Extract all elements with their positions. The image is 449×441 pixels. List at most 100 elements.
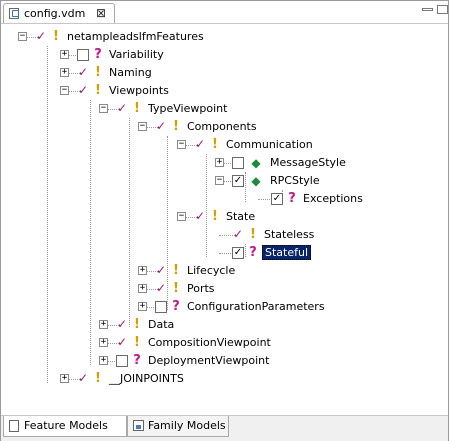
unchecked-checkbox[interactable] [77,49,89,61]
collapse-icon[interactable]: − [18,32,27,41]
tree-item-label: Exceptions [303,192,363,205]
expand-icon[interactable]: + [138,284,147,293]
expand-icon[interactable]: + [138,266,147,275]
unchecked-checkbox[interactable] [232,157,244,169]
expand-icon[interactable]: + [138,302,147,311]
bottom-tabbar: Feature Models Family Models [1,415,448,441]
checked-checkbox[interactable]: ✓ [155,120,167,133]
close-icon[interactable]: ⊠ [96,6,106,20]
checked-checkbox[interactable]: ✓ [271,193,283,205]
tree-item-compositionviewpoint[interactable]: + ✓! CompositionViewpoint [7,334,437,352]
tree-item-configurationparameters[interactable]: +? ConfigurationParameters [7,298,437,316]
tree-item-deploymentviewpoint[interactable]: +? DeploymentViewpoint [7,352,437,370]
tree-item-label: netampleadslfmFeatures [67,30,204,43]
tree-item-label: Lifecycle [187,264,236,277]
collapse-icon[interactable]: − [60,86,69,95]
collapse-icon[interactable]: − [177,212,186,221]
collapse-icon[interactable]: − [99,104,108,113]
tree-item-label: __JOINPOINTS [109,372,184,385]
tree-item-label: Stateful [262,245,312,260]
checked-checkbox[interactable]: ✓ [194,138,206,151]
optional-feature-icon: ? [172,299,180,314]
tree-item-naming[interactable]: + ✓! Naming [7,64,437,82]
checked-checkbox[interactable]: ✓ [194,210,206,223]
expand-icon[interactable]: + [99,338,108,347]
tree-item-label: Components [187,120,257,133]
tree-item-data[interactable]: + ✓! Data [7,316,437,334]
tree-item-lifecycle[interactable]: + ✓! Lifecycle [7,262,437,280]
tab-title: config.vdm [24,7,86,20]
expand-icon[interactable]: + [99,356,108,365]
expand-icon[interactable]: + [60,374,69,383]
expand-icon[interactable]: + [60,68,69,77]
expand-icon[interactable]: + [99,320,108,329]
mandatory-feature-icon: ! [212,137,218,152]
minimize-icon[interactable] [422,8,433,11]
tab-family-models[interactable]: Family Models [127,416,229,437]
tree-item-label: CompositionViewpoint [148,336,271,349]
checked-checkbox[interactable]: ✓ [232,228,244,241]
tree-item-label: ConfigurationParameters [187,300,325,313]
tree-item-variability[interactable]: +? Variability [7,46,437,64]
tree-item-communication[interactable]: − ✓! Communication [7,136,437,154]
tree-item-label: DeploymentViewpoint [148,354,270,367]
tree-item-label: State [226,210,256,223]
mandatory-feature-icon: ! [173,119,179,134]
tree-item-exceptions[interactable]: ✓? Exceptions [7,190,437,208]
vdm-file-icon [9,8,19,19]
checked-checkbox[interactable]: ✓ [116,336,128,349]
tree-item-label: RPCStyle [270,174,320,187]
editor-tabbar: config.vdm ⊠ [1,1,448,24]
checked-checkbox[interactable]: ✓ [77,66,89,79]
collapse-icon[interactable]: − [215,176,224,185]
expand-icon[interactable]: + [215,158,224,167]
feature-models-icon [9,420,19,432]
tab-config-vdm[interactable]: config.vdm ⊠ [3,3,115,23]
checked-checkbox[interactable]: ✓ [155,282,167,295]
family-models-icon [133,420,144,431]
feature-tree[interactable]: − ✓! netampleadslfmFeatures +? Variability + ✓… [7,28,437,408]
tree-item-label: Data [148,318,175,331]
checked-checkbox[interactable]: ✓ [35,30,47,43]
mandatory-feature-icon: ! [53,29,59,44]
optional-feature-icon: ? [249,245,257,260]
checked-checkbox[interactable]: ✓ [232,175,244,187]
alternative-group-icon: ◆ [251,156,261,170]
tab-feature-models-label: Feature Models [24,419,108,432]
unchecked-checkbox[interactable] [155,301,167,313]
mandatory-feature-icon: ! [134,335,140,350]
editor-frame: config.vdm ⊠ − ✓! netampleadslfmFeatures +?… [0,0,449,441]
checked-checkbox[interactable]: ✓ [116,102,128,115]
mandatory-feature-icon: ! [173,281,179,296]
checked-checkbox[interactable]: ✓ [116,318,128,331]
expand-icon[interactable]: + [60,50,69,59]
unchecked-checkbox[interactable] [116,355,128,367]
tree-item-typeviewpoint[interactable]: − ✓! TypeViewpoint [7,100,437,118]
tree-item-ports[interactable]: + ✓! Ports [7,280,437,298]
tree-item-messagestyle[interactable]: + ◆ MessageStyle [7,154,437,172]
tree-item-label: Viewpoints [109,84,169,97]
tree-item-stateless[interactable]: ✓! Stateless [7,226,437,244]
tab-feature-models[interactable]: Feature Models [3,416,127,437]
tree-item-state[interactable]: − ✓! State [7,208,437,226]
tree-item-rpcstyle[interactable]: − ✓ ◆ RPCStyle [7,172,437,190]
tree-item-joinpoints[interactable]: + ✓! __JOINPOINTS [7,370,437,388]
collapse-icon[interactable]: − [138,122,147,131]
checked-checkbox[interactable]: ✓ [77,372,89,385]
tree-item-netampleadslfmfeatures[interactable]: − ✓! netampleadslfmFeatures [7,28,437,46]
mandatory-feature-icon: ! [95,83,101,98]
checked-checkbox[interactable]: ✓ [155,264,167,277]
tree-item-label: TypeViewpoint [148,102,228,115]
maximize-icon[interactable] [437,5,448,14]
tree-item-components[interactable]: − ✓! Components [7,118,437,136]
checked-checkbox[interactable]: ✓ [77,84,89,97]
optional-feature-icon: ? [94,47,102,62]
tree-item-viewpoints[interactable]: − ✓! Viewpoints [7,82,437,100]
mandatory-feature-icon: ! [95,65,101,80]
mandatory-feature-icon: ! [250,227,256,242]
tree-item-label: Naming [109,66,152,79]
checked-checkbox[interactable]: ✓ [232,247,244,259]
tree-item-label: MessageStyle [270,156,346,169]
tree-item-stateful[interactable]: ✓? Stateful [7,244,437,262]
collapse-icon[interactable]: − [177,140,186,149]
